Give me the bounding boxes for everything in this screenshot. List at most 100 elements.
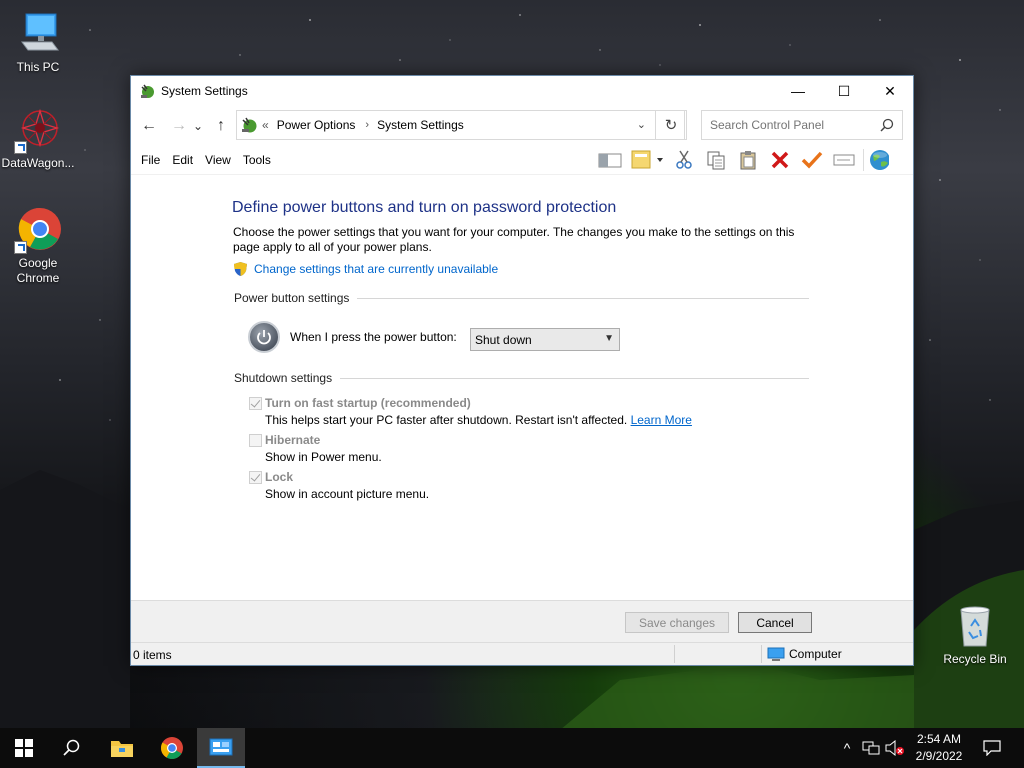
taskbar: ^ 2:54 AM 2/9/2022: [0, 728, 1024, 768]
start-button[interactable]: [0, 728, 48, 768]
back-button[interactable]: ←: [137, 114, 161, 138]
power-options-icon: [242, 117, 257, 133]
clock-date: 2/9/2022: [915, 749, 963, 763]
lock-option: Lock Show in account picture menu.: [249, 470, 429, 501]
network-icon[interactable]: [860, 728, 882, 768]
menu-tools[interactable]: Tools: [243, 153, 271, 167]
lock-checkbox[interactable]: [249, 471, 262, 484]
checkmark-icon[interactable]: [799, 149, 825, 171]
windows-logo-icon: [15, 739, 33, 757]
power-button-settings-section: Power button settings: [234, 291, 809, 305]
power-icon: [248, 321, 280, 353]
paste-icon[interactable]: [735, 149, 761, 171]
page-title: Define power buttons and turn on passwor…: [232, 199, 617, 216]
delete-icon[interactable]: [767, 149, 793, 171]
change-settings-link[interactable]: Change settings that are currently unava…: [233, 261, 498, 277]
change-settings-link-label[interactable]: Change settings that are currently unava…: [254, 262, 498, 276]
menu-bar: File Edit View Tools: [131, 146, 913, 174]
clock-time: 2:54 AM: [916, 732, 962, 746]
save-changes-button[interactable]: Save changes: [625, 612, 729, 633]
fast-startup-checkbox[interactable]: [249, 397, 262, 410]
search-taskbar-button[interactable]: [48, 728, 96, 768]
hibernate-option: Hibernate Show in Power menu.: [249, 433, 382, 464]
menu-edit[interactable]: Edit: [172, 153, 193, 167]
desktop-icon-label: This PC: [16, 60, 60, 74]
volume-muted-icon[interactable]: [884, 728, 906, 768]
power-button-action-value: Shut down: [475, 332, 532, 347]
uac-shield-icon: [234, 262, 247, 276]
power-options-icon: [141, 84, 154, 98]
section-title: Shutdown settings: [234, 371, 333, 385]
rename-icon[interactable]: [831, 149, 857, 171]
desktop-icon-label: Google Chrome: [16, 256, 60, 285]
search-input[interactable]: [710, 118, 870, 132]
status-divider: [674, 645, 675, 663]
cut-icon[interactable]: [671, 149, 697, 171]
learn-more-link[interactable]: Learn More: [631, 413, 692, 427]
item-count: 0 items: [133, 648, 172, 662]
refresh-button[interactable]: ↻: [655, 110, 687, 140]
power-button-action-select[interactable]: Shut down ▼: [470, 328, 620, 351]
fast-startup-description-text: This helps start your PC faster after sh…: [265, 413, 628, 427]
status-divider: [761, 645, 762, 663]
desktop-icon-label: DataWagon...: [1, 156, 75, 170]
datawagon-icon: [14, 106, 62, 154]
properties-icon[interactable]: [629, 149, 665, 171]
recent-locations-button[interactable]: ⌄: [191, 114, 205, 138]
computer-icon: [767, 647, 785, 661]
search-icon: [880, 118, 894, 132]
chrome-taskbar-button[interactable]: [148, 728, 196, 768]
desktop-icon-recycle-bin[interactable]: Recycle Bin: [937, 602, 1013, 667]
notifications-button[interactable]: [978, 728, 1006, 768]
shutdown-settings-section: Shutdown settings: [234, 371, 809, 385]
forward-button[interactable]: →: [167, 114, 191, 138]
section-title: Power button settings: [234, 291, 350, 305]
desktop-icon-google-chrome[interactable]: Google Chrome: [0, 206, 76, 286]
chrome-icon: [161, 737, 183, 759]
minimize-button[interactable]: —: [775, 76, 821, 106]
recycle-bin-icon: [951, 602, 999, 650]
fast-startup-label: Turn on fast startup (recommended): [265, 396, 471, 410]
system-clock[interactable]: 2:54 AM 2/9/2022: [906, 731, 972, 765]
title-bar[interactable]: System Settings — ☐ ✕: [131, 76, 913, 106]
file-explorer-taskbar-button[interactable]: [98, 728, 146, 768]
search-box[interactable]: [701, 110, 903, 140]
notification-icon: [983, 740, 1001, 756]
globe-icon[interactable]: [863, 149, 889, 171]
menu-file[interactable]: File: [141, 153, 160, 167]
power-button-label: When I press the power button:: [290, 330, 457, 344]
navigation-bar: ← → ⌄ ↑ « Power Options › System Setting…: [131, 106, 913, 146]
shortcut-arrow-icon: [14, 241, 27, 254]
layout-icon[interactable]: [597, 149, 623, 171]
folder-icon: [111, 741, 133, 757]
copy-icon[interactable]: [703, 149, 729, 171]
cancel-button[interactable]: Cancel: [738, 612, 812, 633]
breadcrumb-system-settings[interactable]: System Settings: [377, 118, 464, 132]
section-divider: [357, 297, 809, 299]
lock-label: Lock: [265, 470, 294, 484]
hibernate-checkbox[interactable]: [249, 434, 262, 447]
address-dropdown-icon[interactable]: ⌄: [637, 118, 646, 131]
close-button[interactable]: ✕: [867, 76, 913, 106]
hibernate-description: Show in Power menu.: [265, 450, 382, 464]
control-panel-taskbar-button[interactable]: [197, 728, 245, 768]
chevron-down-icon: ▼: [604, 333, 614, 344]
status-location-label: Computer: [789, 647, 842, 661]
desktop-icon-datawagon[interactable]: DataWagon...: [0, 106, 76, 171]
desktop-icon-this-pc[interactable]: This PC: [0, 10, 76, 75]
address-bar[interactable]: « Power Options › System Settings ⌄: [236, 110, 685, 140]
shortcut-arrow-icon: [14, 141, 27, 154]
menu-view[interactable]: View: [205, 153, 231, 167]
content-pane: Define power buttons and turn on passwor…: [131, 174, 913, 600]
toolbar: [597, 146, 895, 174]
fast-startup-option: Turn on fast startup (recommended) This …: [249, 396, 692, 427]
fast-startup-description: This helps start your PC faster after sh…: [265, 413, 692, 427]
up-button[interactable]: ↑: [209, 114, 233, 138]
chrome-icon: [14, 206, 62, 254]
hibernate-label: Hibernate: [265, 433, 321, 447]
breadcrumb-overflow[interactable]: «: [262, 118, 269, 132]
maximize-button[interactable]: ☐: [821, 76, 867, 106]
show-hidden-icons-button[interactable]: ^: [838, 728, 856, 768]
breadcrumb-separator-icon[interactable]: ›: [365, 119, 369, 131]
breadcrumb-power-options[interactable]: Power Options: [277, 118, 356, 132]
